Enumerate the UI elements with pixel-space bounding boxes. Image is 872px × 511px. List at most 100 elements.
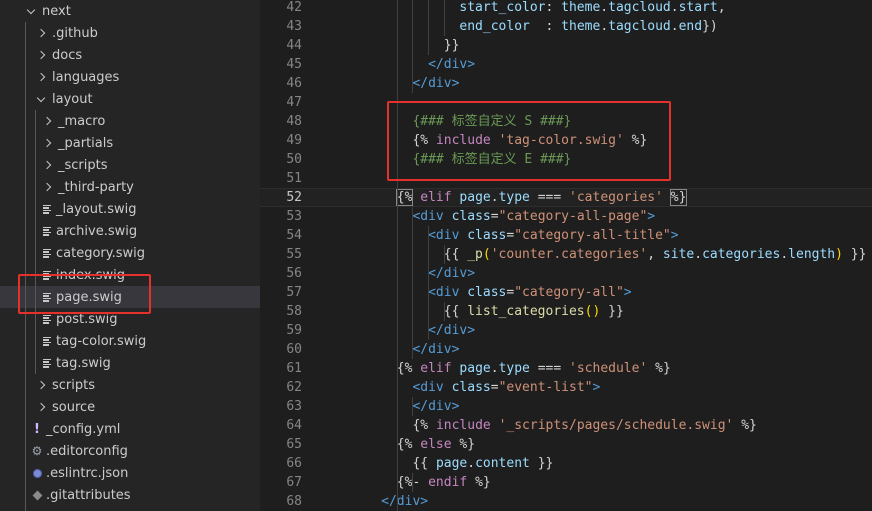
code-line[interactable]: 53 <div class="category-all-page"> <box>260 207 872 226</box>
tree-item[interactable]: next <box>0 0 260 22</box>
code-token: > <box>467 266 476 281</box>
line-number: 55 <box>286 247 302 262</box>
code-line[interactable]: 64 {% include '_scripts/pages/schedule.s… <box>260 416 872 435</box>
code-token: . <box>600 19 609 34</box>
tree-item[interactable]: .github <box>0 22 260 44</box>
code-token: page <box>435 456 468 471</box>
eslint-icon <box>30 466 44 480</box>
tree-item[interactable]: ⚙ .editorconfig <box>0 440 260 462</box>
code-line[interactable]: 46 </div> <box>260 74 872 93</box>
indent-guide <box>412 473 414 492</box>
tree-item-label: archive.swig <box>56 223 138 239</box>
code-token: class <box>451 209 491 224</box>
tree-indent-guide <box>25 22 26 511</box>
code-text: {% else %} <box>342 435 475 454</box>
code-line[interactable]: 62 <div class="event-list"> <box>260 378 872 397</box>
code-token: }} <box>529 456 554 471</box>
code-token: page <box>459 361 491 376</box>
code-text: </div> <box>342 264 475 283</box>
code-text: {{ list_categories() }} <box>342 302 624 321</box>
tree-item-label: languages <box>52 69 120 85</box>
code-token: . <box>467 456 476 471</box>
code-line[interactable]: 55 {{ _p('counter.categories', site.cate… <box>260 245 872 264</box>
code-token: > <box>420 494 429 509</box>
tree-item[interactable]: _partials <box>0 132 260 154</box>
code-token: list_categories <box>467 304 585 319</box>
tree-item[interactable]: languages <box>0 66 260 88</box>
chevron-right-icon <box>34 378 48 392</box>
code-line[interactable]: 45 </div> <box>260 55 872 74</box>
tree-item-label: layout <box>52 91 93 107</box>
line-number: 47 <box>286 95 302 110</box>
code-line[interactable]: 60 </div> <box>260 340 872 359</box>
tree-item[interactable]: tag.swig <box>0 352 260 374</box>
tree-item-label: _third-party <box>58 179 134 195</box>
code-line[interactable]: 44 }} <box>260 36 872 55</box>
code-editor[interactable]: 42 start_color: theme.tagcloud.start, 43 … <box>260 0 872 511</box>
chevron-right-icon <box>34 48 48 62</box>
code-line[interactable]: 65 {% else %} <box>260 435 872 454</box>
tree-item[interactable]: _layout.swig <box>0 198 260 220</box>
code-line[interactable]: 42 start_color: theme.tagcloud.start, <box>260 0 872 17</box>
code-line[interactable]: 57 <div class="category-all"> <box>260 283 872 302</box>
tree-item-label: scripts <box>52 377 95 393</box>
line-number: 61 <box>286 361 302 376</box>
code-text: end_color : theme.tagcloud.end}) <box>342 17 717 36</box>
code-line[interactable]: 61 {% elif page.type === 'schedule' %} <box>260 359 872 378</box>
code-text: <div class="event-list"> <box>342 378 600 397</box>
tree-item[interactable]: layout <box>0 88 260 110</box>
code-token: div <box>420 380 444 395</box>
code-token: start <box>678 0 718 15</box>
tree-item[interactable]: tag-color.swig <box>0 330 260 352</box>
tree-item[interactable]: source <box>0 396 260 418</box>
line-number: 44 <box>286 38 302 53</box>
line-number: 60 <box>286 342 302 357</box>
code-token: . <box>670 19 679 34</box>
code-token: theme <box>561 19 601 34</box>
tree-item[interactable]: scripts <box>0 374 260 396</box>
line-number: 43 <box>286 19 302 34</box>
code-text: </div> <box>342 492 428 511</box>
code-token: . <box>780 247 789 262</box>
code-text: <div class="category-all"> <box>342 283 632 302</box>
code-line[interactable]: 68 </div> <box>260 492 872 511</box>
code-token: type <box>498 361 530 376</box>
code-line[interactable]: 63 </div> <box>260 397 872 416</box>
tree-item[interactable]: .gitattributes <box>0 484 260 506</box>
tree-item[interactable]: ! _config.yml <box>0 418 260 440</box>
code-token: else <box>420 437 452 452</box>
code-token: "category-all" <box>514 285 624 300</box>
code-line[interactable]: 56 </div> <box>260 264 872 283</box>
code-token: {{ <box>443 247 468 262</box>
code-token: , <box>717 0 726 15</box>
tree-item[interactable]: _scripts <box>0 154 260 176</box>
code-token: </ <box>428 57 444 72</box>
code-line[interactable]: 52 {% elif page.type === 'categories' %} <box>260 188 872 207</box>
code-text: <div class="category-all-page"> <box>342 207 655 226</box>
code-line[interactable]: 59 </div> <box>260 321 872 340</box>
tree-item[interactable]: docs <box>0 44 260 66</box>
tree-item[interactable]: _macro <box>0 110 260 132</box>
line-number: 42 <box>286 0 302 15</box>
code-token: theme <box>561 0 601 15</box>
code-token: = <box>490 209 499 224</box>
code-line[interactable]: 58 {{ list_categories() }} <box>260 302 872 321</box>
tree-item[interactable]: _third-party <box>0 176 260 198</box>
tree-item[interactable]: .eslintrc.json <box>0 462 260 484</box>
code-line[interactable]: 67 {%- endif %} <box>260 473 872 492</box>
chevron-right-icon <box>34 70 48 84</box>
code-line[interactable]: 43 end_color : theme.tagcloud.end}) <box>260 17 872 36</box>
tree-item[interactable]: archive.swig <box>0 220 260 242</box>
code-line[interactable]: 66 {{ page.content }} <box>260 454 872 473</box>
tree-item[interactable]: category.swig <box>0 242 260 264</box>
code-line[interactable]: 54 <div class="category-all-title"> <box>260 226 872 245</box>
